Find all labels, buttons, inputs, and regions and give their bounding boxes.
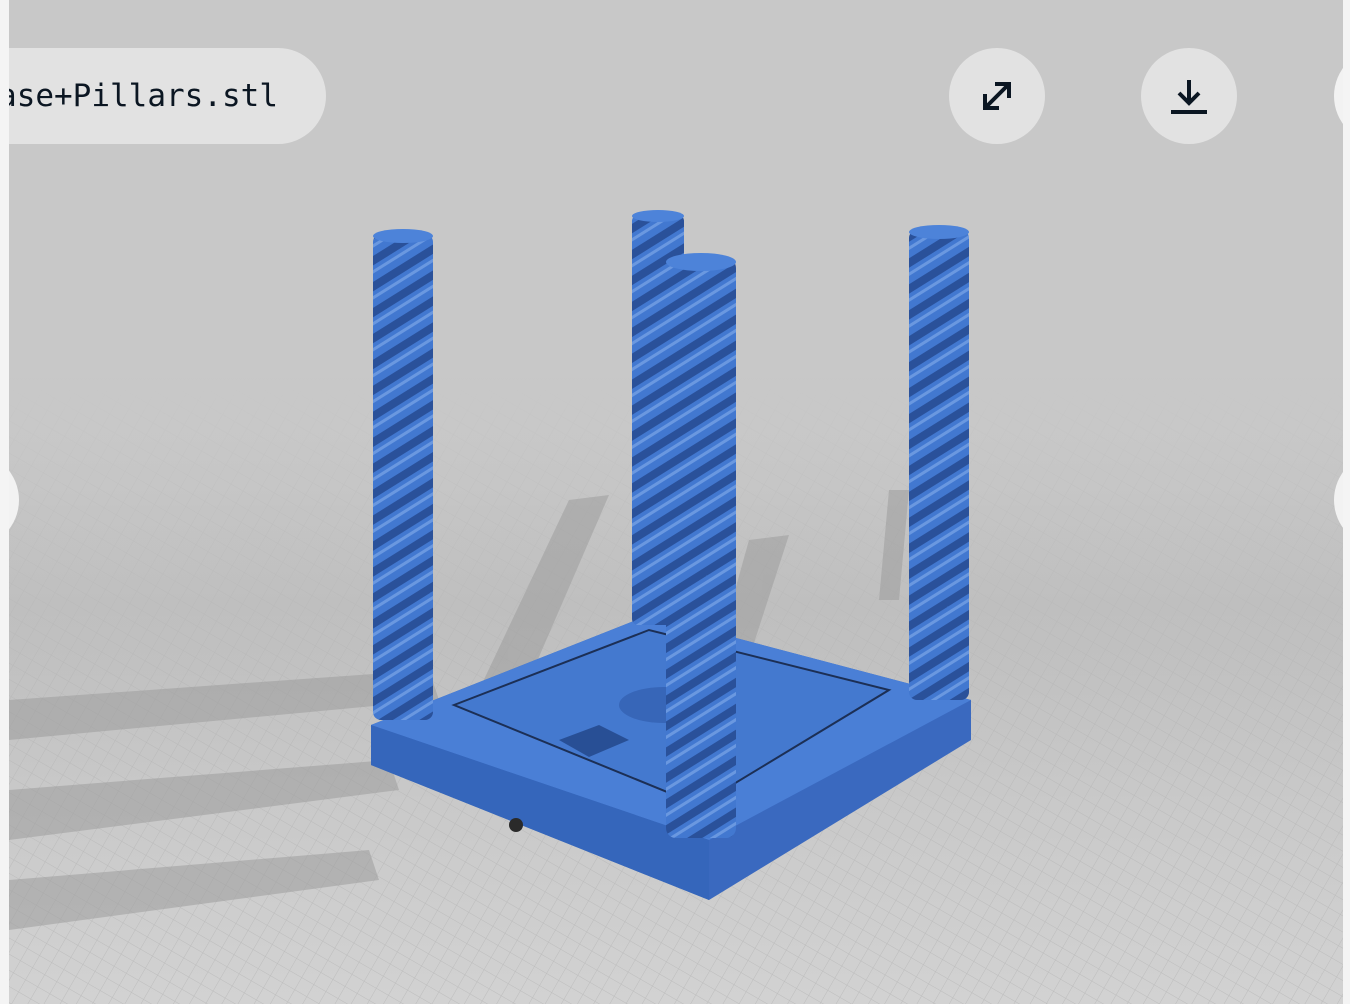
download-button[interactable]: [1141, 48, 1237, 144]
right-edge: [1343, 0, 1350, 1004]
file-name: ase+Pillars.stl: [9, 78, 278, 114]
file-name-pill: ase+Pillars.stl: [9, 48, 326, 144]
download-icon: [1171, 80, 1207, 114]
left-edge: [0, 0, 9, 1004]
expand-arrows-icon: [983, 82, 1011, 110]
fullscreen-button[interactable]: [949, 48, 1045, 144]
model-viewer[interactable]: ase+Pillars.stl: [9, 0, 1343, 1004]
model-render[interactable]: [9, 0, 1343, 1004]
